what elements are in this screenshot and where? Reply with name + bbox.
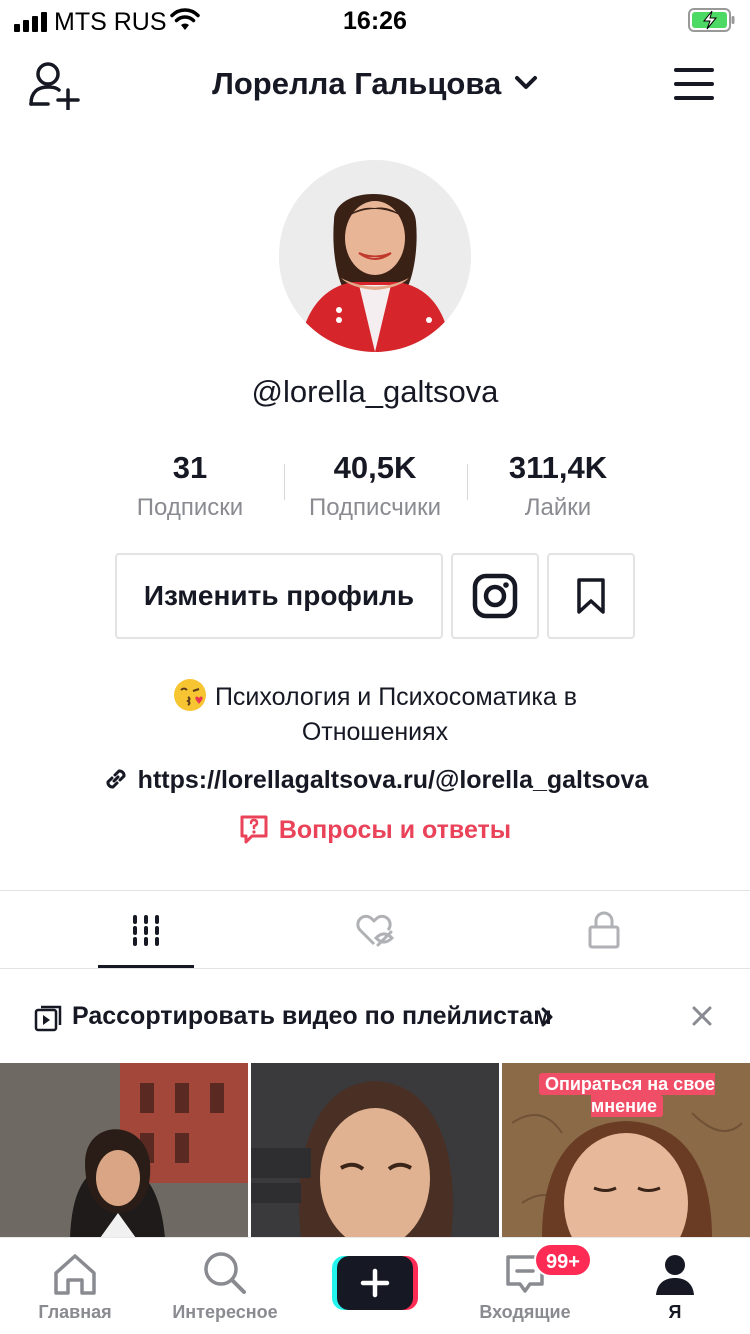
- videos-grid-icon: [133, 915, 159, 946]
- tab-me[interactable]: Я: [600, 1238, 750, 1323]
- playlist-icon: [34, 1005, 62, 1032]
- chevron-right-icon: [541, 1007, 553, 1027]
- video-caption: Опираться на свое мнение: [532, 1073, 722, 1117]
- search-icon: [204, 1252, 246, 1294]
- followers-stat[interactable]: 40,5K Подписчики: [285, 450, 465, 522]
- playlist-banner-text: Рассортировать видео по плейлистам: [72, 1002, 552, 1030]
- favorites-button[interactable]: [547, 553, 635, 639]
- tab-inbox-label: Входящие: [479, 1302, 571, 1322]
- bio: Психология и Психосоматика в Отношениях: [0, 679, 750, 750]
- create-video-button[interactable]: [332, 1256, 418, 1310]
- hamburger-menu-icon[interactable]: [674, 68, 714, 100]
- video-thumbnail[interactable]: [0, 1063, 248, 1238]
- likes-label: Лайки: [524, 494, 592, 521]
- video-thumbnail[interactable]: [251, 1063, 499, 1238]
- profile-icon: [656, 1255, 694, 1295]
- followers-label: Подписчики: [308, 494, 442, 521]
- profile-header: Лорелла Гальцова: [0, 50, 750, 120]
- tab-videos[interactable]: [21, 891, 271, 969]
- username: @lorella_galtsova: [251, 374, 499, 409]
- status-bar: MTS RUS 16:26: [0, 0, 750, 40]
- bio-line-2: Отношениях: [301, 718, 449, 746]
- link-icon: [106, 769, 126, 789]
- playlist-banner[interactable]: Рассортировать видео по плейлистам: [0, 970, 750, 1062]
- tab-discover[interactable]: Интересное: [150, 1238, 300, 1323]
- avatar[interactable]: [279, 160, 471, 352]
- kissing-face-emoji-icon: [173, 679, 206, 712]
- profile-link[interactable]: https://lorellagaltsova.ru/@lorella_galt…: [0, 766, 750, 795]
- qa-label: Вопросы и ответы: [278, 816, 512, 844]
- bottom-tab-bar: Главная Интересное Входящие 99+ Я: [0, 1237, 750, 1334]
- following-stat[interactable]: 31 Подписки: [100, 450, 280, 522]
- clock: 16:26: [343, 7, 407, 35]
- liked-hidden-icon: [356, 914, 395, 947]
- bookmark-icon: [577, 578, 605, 614]
- video-grid: Опираться на свое мнение: [0, 1063, 750, 1238]
- battery-charging-icon: [688, 8, 735, 32]
- video-thumbnail[interactable]: Опираться на свое мнение: [502, 1063, 750, 1238]
- likes-count: 311,4K: [508, 450, 608, 485]
- tab-me-label: Я: [668, 1302, 682, 1322]
- bio-line-1: Психология и Психосоматика в: [214, 683, 578, 711]
- inbox-badge: 99+: [534, 1243, 592, 1277]
- profile-link-text: https://lorellagaltsova.ru/@lorella_galt…: [137, 766, 649, 794]
- tab-discover-label: Интересное: [172, 1302, 278, 1322]
- following-count: 31: [172, 450, 208, 485]
- account-switcher[interactable]: Лорелла Гальцова: [0, 66, 750, 102]
- instagram-button[interactable]: [451, 553, 539, 639]
- tab-home[interactable]: Главная: [0, 1238, 150, 1323]
- private-lock-icon: [588, 911, 620, 949]
- chevron-down-icon: [514, 75, 537, 89]
- followers-count: 40,5K: [333, 450, 417, 485]
- profile-stats: 31 Подписки 40,5K Подписчики 311,4K Лайк…: [0, 450, 750, 522]
- tab-liked[interactable]: [250, 891, 500, 969]
- edit-profile-button[interactable]: Изменить профиль: [115, 553, 443, 639]
- instagram-icon: [472, 573, 518, 619]
- likes-stat[interactable]: 311,4K Лайки: [468, 450, 648, 522]
- qa-link[interactable]: Вопросы и ответы: [0, 815, 750, 845]
- home-icon: [54, 1254, 96, 1295]
- tab-private[interactable]: [479, 891, 729, 969]
- page-title: Лорелла Гальцова: [212, 66, 502, 101]
- following-label: Подписки: [136, 494, 244, 521]
- question-message-icon: [240, 815, 268, 844]
- tab-home-label: Главная: [38, 1302, 112, 1322]
- tabs-divider-bottom: [0, 968, 750, 969]
- close-icon[interactable]: [690, 1004, 714, 1028]
